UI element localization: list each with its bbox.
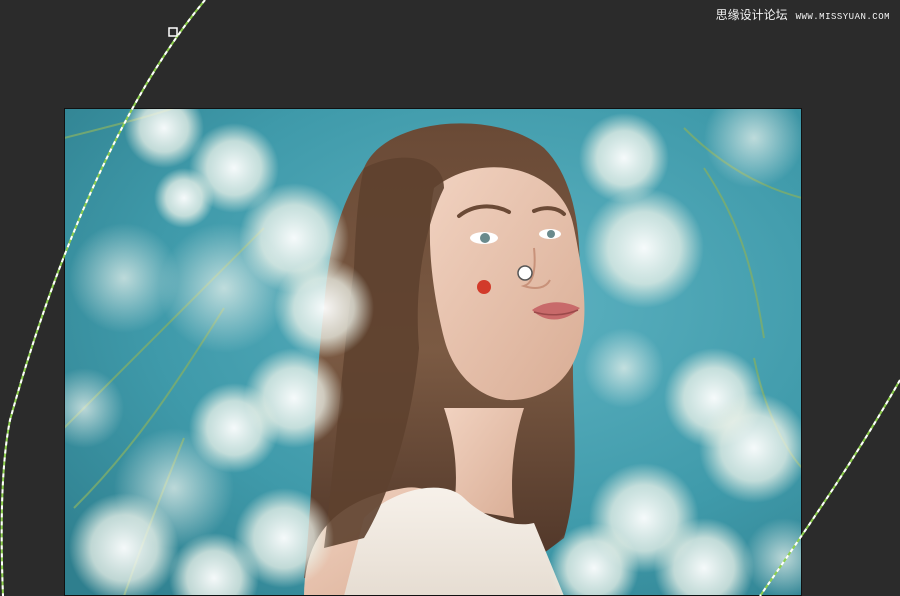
gradient-center-handle[interactable] (517, 265, 533, 281)
watermark-site-name: 思缘设计论坛 (715, 8, 788, 22)
watermark: 思缘设计论坛 WWW.MISSYUAN.COM (716, 6, 890, 23)
portrait-illustration (64, 108, 802, 596)
photo-image[interactable] (64, 108, 802, 596)
ellipse-resize-handle[interactable] (168, 27, 178, 37)
gradient-pin-red[interactable] (477, 280, 491, 294)
watermark-url: WWW.MISSYUAN.COM (795, 12, 890, 22)
